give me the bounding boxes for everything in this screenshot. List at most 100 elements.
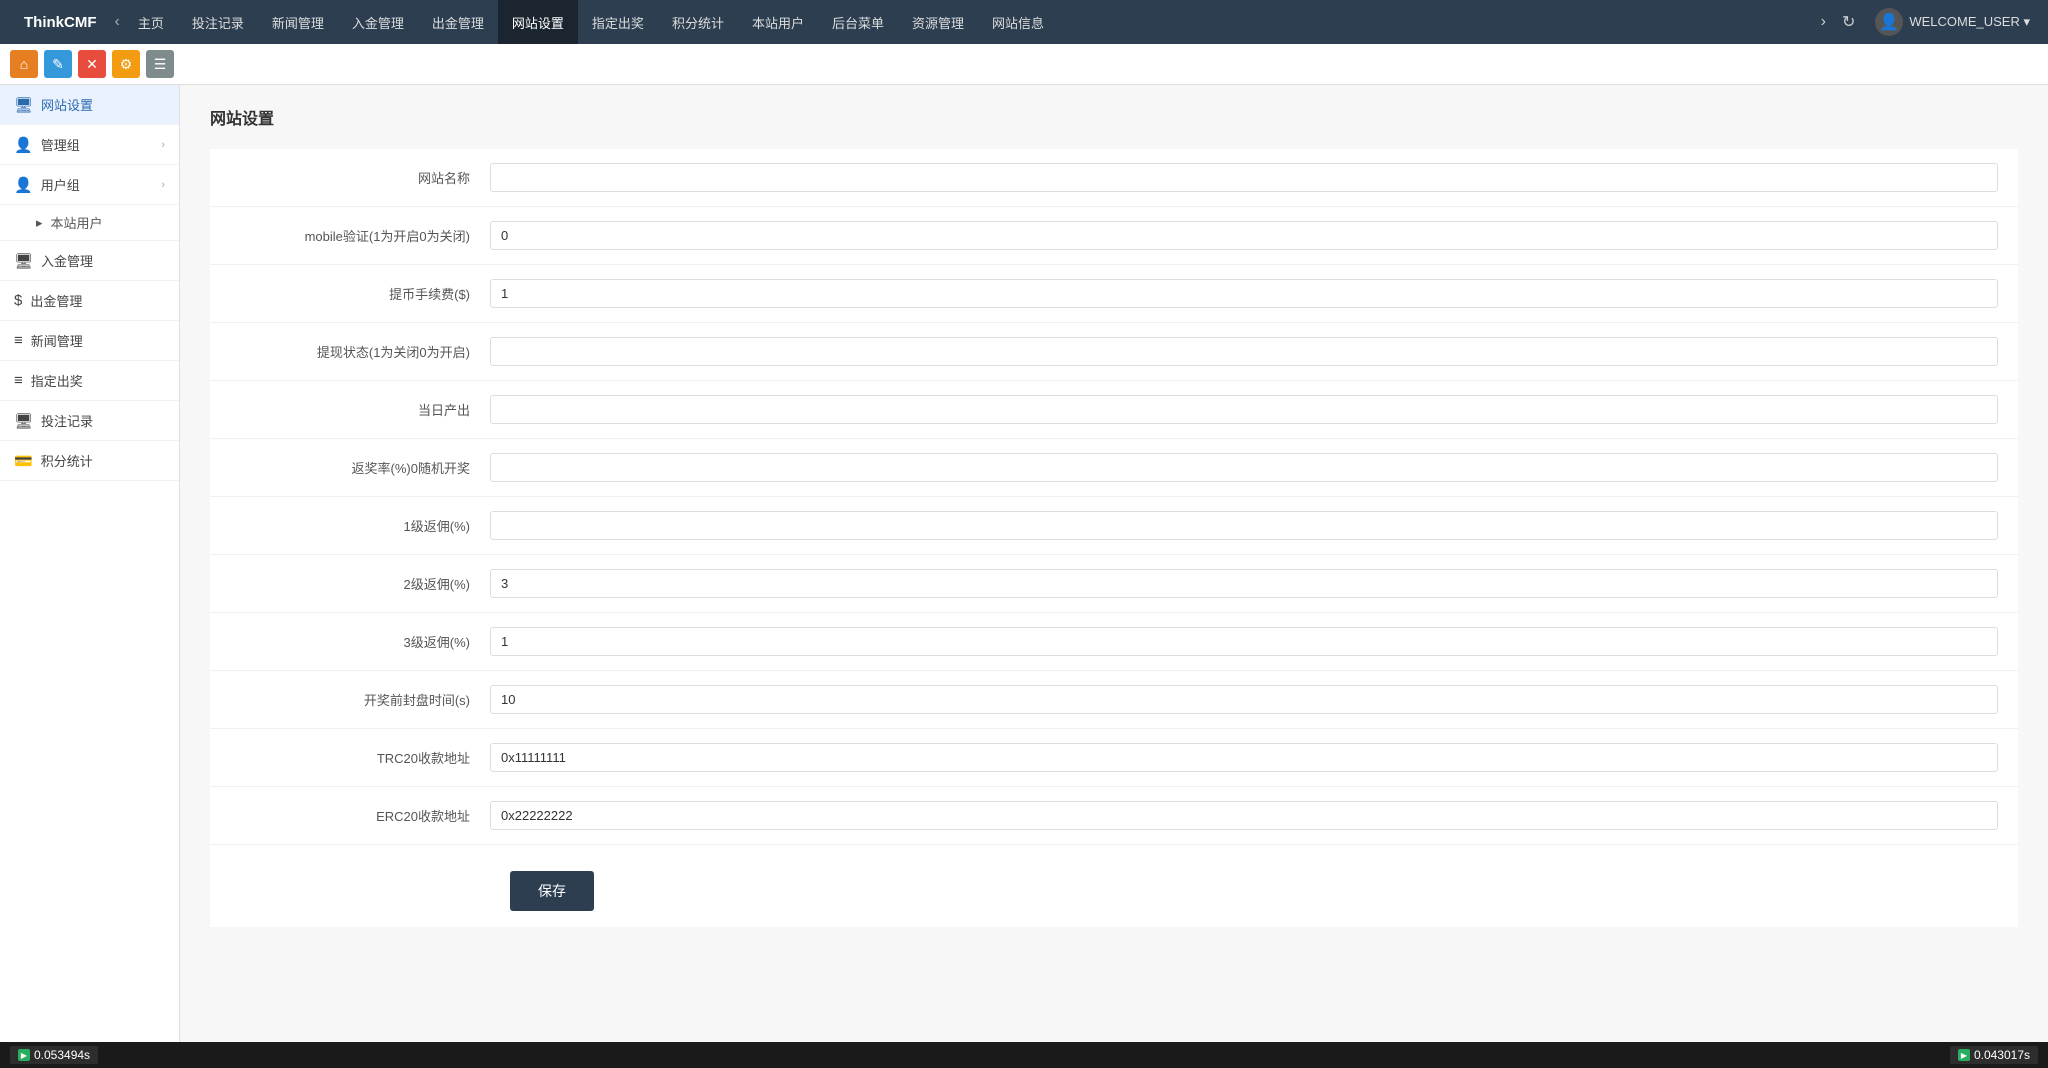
sidebar-label-designated-prize: 指定出奖 bbox=[31, 371, 83, 390]
withdraw-fee-field[interactable] bbox=[490, 279, 1998, 308]
chevron-right-icon-2: › bbox=[161, 179, 165, 191]
nav-more-icon[interactable]: › bbox=[1817, 11, 1830, 33]
level1-rebate-field[interactable] bbox=[490, 511, 1998, 540]
daily-output-field[interactable] bbox=[490, 395, 1998, 424]
trc20-address-field[interactable] bbox=[490, 743, 1998, 772]
edit-button[interactable]: ✎ bbox=[44, 50, 72, 78]
form-row-erc20: ERC20收款地址 bbox=[210, 787, 2018, 845]
sidebar-label-news-mgmt: 新闻管理 bbox=[31, 331, 83, 350]
news-icon: ≡ bbox=[14, 332, 23, 349]
label-level2-rebate: 2级返佣(%) bbox=[230, 574, 490, 593]
status-dot-left: ▶ bbox=[18, 1049, 30, 1061]
main-layout: 🖥 网站设置 👤 管理组 › 👤 用户组 › ▸ 本站用户 🖥 入金管理 $ 出… bbox=[0, 85, 2048, 1067]
form-row-mobile-verify: mobile验证(1为开启0为关闭) bbox=[210, 207, 2018, 265]
form-row-trc20: TRC20收款地址 bbox=[210, 729, 2018, 787]
nav-item-resources[interactable]: 资源管理 bbox=[898, 0, 978, 44]
sidebar-label-points-stats: 积分统计 bbox=[41, 451, 93, 470]
label-trc20: TRC20收款地址 bbox=[230, 748, 490, 767]
status-dot-right: ▶ bbox=[1958, 1049, 1970, 1061]
nav-item-designated-prize[interactable]: 指定出奖 bbox=[578, 0, 658, 44]
mobile-verify-field[interactable] bbox=[490, 221, 1998, 250]
user-menu[interactable]: 👤 WELCOME_USER ▾ bbox=[1867, 8, 2038, 36]
nav-item-site-info[interactable]: 网站信息 bbox=[978, 0, 1058, 44]
form-row-close-time: 开奖前封盘时间(s) bbox=[210, 671, 2018, 729]
sidebar-item-deposit-mgmt[interactable]: 🖥 入金管理 bbox=[0, 241, 179, 281]
nav-item-bet-records[interactable]: 投注记录 bbox=[178, 0, 258, 44]
nav-refresh-icon[interactable]: ↻ bbox=[1838, 10, 1859, 34]
sidebar-item-site-settings[interactable]: 🖥 网站设置 bbox=[0, 85, 179, 125]
nav-item-deposit[interactable]: 入金管理 bbox=[338, 0, 418, 44]
form-row-return-rate: 返奖率(%)0随机开奖 bbox=[210, 439, 2018, 497]
menu-button[interactable]: ☰ bbox=[146, 50, 174, 78]
label-close-time: 开奖前封盘时间(s) bbox=[230, 690, 490, 709]
nav-right-area: › ↻ 👤 WELCOME_USER ▾ bbox=[1817, 8, 2038, 36]
person-icon-user: 👤 bbox=[14, 176, 33, 194]
nav-item-site-settings[interactable]: 网站设置 bbox=[498, 0, 578, 44]
level3-rebate-field[interactable] bbox=[490, 627, 1998, 656]
nav-prev-arrow[interactable]: ‹ bbox=[111, 13, 124, 31]
sidebar-label-admin-group: 管理组 bbox=[41, 135, 80, 154]
form-row-level3-rebate: 3级返佣(%) bbox=[210, 613, 2018, 671]
label-withdraw-status: 提现状态(1为关闭0为开启) bbox=[230, 342, 490, 361]
form-actions: 保存 bbox=[210, 845, 2018, 927]
return-rate-field[interactable] bbox=[490, 453, 1998, 482]
person-icon-admin: 👤 bbox=[14, 136, 33, 154]
status-right: ▶ 0.043017s bbox=[1950, 1046, 2038, 1064]
label-level3-rebate: 3级返佣(%) bbox=[230, 632, 490, 651]
nav-item-home[interactable]: 主页 bbox=[124, 0, 178, 44]
top-navigation: ThinkCMF ‹ 主页 投注记录 新闻管理 入金管理 出金管理 网站设置 指… bbox=[0, 0, 2048, 44]
delete-button[interactable]: ✕ bbox=[78, 50, 106, 78]
bullet-icon: ▸ bbox=[36, 215, 43, 231]
form-row-withdraw-fee: 提币手续费($) bbox=[210, 265, 2018, 323]
nav-item-news[interactable]: 新闻管理 bbox=[258, 0, 338, 44]
settings-button[interactable]: ⚙ bbox=[112, 50, 140, 78]
status-left: ▶ 0.053494s bbox=[10, 1046, 98, 1064]
label-erc20: ERC20收款地址 bbox=[230, 806, 490, 825]
sidebar-label-withdraw-mgmt: 出金管理 bbox=[30, 291, 82, 310]
monitor-icon-deposit: 🖥 bbox=[14, 252, 33, 270]
withdraw-status-field[interactable] bbox=[490, 337, 1998, 366]
label-daily-output: 当日产出 bbox=[230, 400, 490, 419]
sidebar-label-deposit-mgmt: 入金管理 bbox=[41, 251, 93, 270]
close-time-field[interactable] bbox=[490, 685, 1998, 714]
sidebar-label-user-group: 用户组 bbox=[41, 175, 80, 194]
home-button[interactable]: ⌂ bbox=[10, 50, 38, 78]
save-button[interactable]: 保存 bbox=[510, 871, 594, 911]
form-row-site-name: 网站名称 bbox=[210, 149, 2018, 207]
sidebar-item-designated-prize[interactable]: ≡ 指定出奖 bbox=[0, 361, 179, 401]
sidebar-item-bet-records[interactable]: 🖥 投注记录 bbox=[0, 401, 179, 441]
visa-icon: 💳 bbox=[14, 452, 33, 470]
sidebar-item-user-group[interactable]: 👤 用户组 › bbox=[0, 165, 179, 205]
user-label: WELCOME_USER ▾ bbox=[1909, 14, 2030, 30]
nav-item-points[interactable]: 积分统计 bbox=[658, 0, 738, 44]
status-time-right: 0.043017s bbox=[1974, 1048, 2030, 1062]
nav-item-withdraw[interactable]: 出金管理 bbox=[418, 0, 498, 44]
sidebar-item-admin-group[interactable]: 👤 管理组 › bbox=[0, 125, 179, 165]
form-row-withdraw-status: 提现状态(1为关闭0为开启) bbox=[210, 323, 2018, 381]
monitor-icon: 🖥 bbox=[14, 96, 33, 114]
record-icon: 🖥 bbox=[14, 412, 33, 430]
level2-rebate-field[interactable] bbox=[490, 569, 1998, 598]
erc20-address-field[interactable] bbox=[490, 801, 1998, 830]
site-name-field[interactable] bbox=[490, 163, 1998, 192]
sidebar-item-site-users[interactable]: ▸ 本站用户 bbox=[0, 205, 179, 241]
form-row-level1-rebate: 1级返佣(%) bbox=[210, 497, 2018, 555]
dollar-icon: $ bbox=[14, 292, 22, 309]
main-content: 网站设置 网站名称 mobile验证(1为开启0为关闭) 提币手续费($) 提现… bbox=[180, 85, 2048, 1067]
toolbar: ⌂ ✎ ✕ ⚙ ☰ bbox=[0, 44, 2048, 85]
label-level1-rebate: 1级返佣(%) bbox=[230, 516, 490, 535]
nav-item-site-users[interactable]: 本站用户 bbox=[738, 0, 818, 44]
status-bar: ▶ 0.053494s ▶ 0.043017s bbox=[0, 1042, 2048, 1068]
page-title: 网站设置 bbox=[210, 105, 2018, 129]
brand-logo: ThinkCMF bbox=[10, 14, 111, 31]
label-site-name: 网站名称 bbox=[230, 168, 490, 187]
form-row-level2-rebate: 2级返佣(%) bbox=[210, 555, 2018, 613]
settings-form: 网站名称 mobile验证(1为开启0为关闭) 提币手续费($) 提现状态(1为… bbox=[210, 149, 2018, 927]
sidebar-item-points-stats[interactable]: 💳 积分统计 bbox=[0, 441, 179, 481]
label-withdraw-fee: 提币手续费($) bbox=[230, 284, 490, 303]
sidebar-item-withdraw-mgmt[interactable]: $ 出金管理 bbox=[0, 281, 179, 321]
nav-item-backend-menu[interactable]: 后台菜单 bbox=[818, 0, 898, 44]
sidebar-item-news-mgmt[interactable]: ≡ 新闻管理 bbox=[0, 321, 179, 361]
chevron-right-icon: › bbox=[161, 139, 165, 151]
sidebar-label-bet-records: 投注记录 bbox=[41, 411, 93, 430]
